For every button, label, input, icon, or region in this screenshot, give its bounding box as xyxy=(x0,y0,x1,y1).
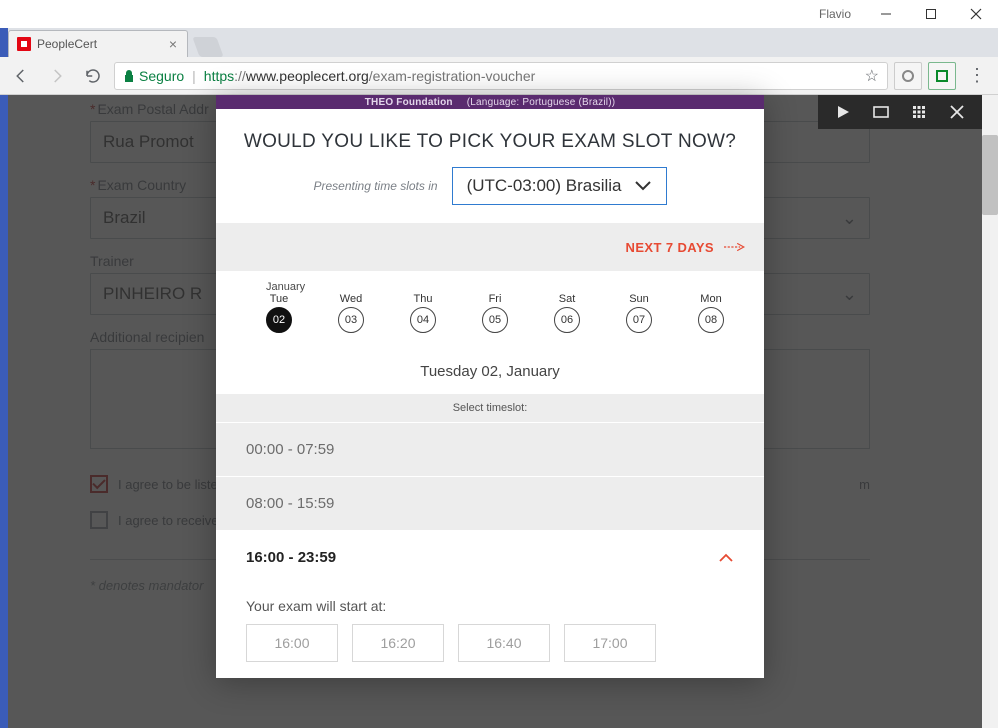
close-tab-icon[interactable]: × xyxy=(169,36,177,52)
day-08[interactable]: Mon08 xyxy=(698,293,724,333)
timezone-label: Presenting time slots in xyxy=(314,179,438,193)
slot-16-20[interactable]: 16:20 xyxy=(352,624,444,662)
left-edge xyxy=(0,95,8,728)
bookmark-star-icon[interactable]: ☆ xyxy=(865,66,879,86)
selected-day-label: Tuesday 02, January xyxy=(216,345,764,394)
chevron-up-icon xyxy=(718,553,734,563)
exam-start-label: Your exam will start at: xyxy=(216,584,764,624)
new-tab-button[interactable] xyxy=(192,37,223,57)
chevron-down-icon xyxy=(634,180,652,192)
tab-strip: PeopleCert × xyxy=(0,28,998,57)
select-timeslot-prompt: Select timeslot: xyxy=(216,394,764,422)
day-03[interactable]: Wed03 xyxy=(338,293,364,333)
close-overlay-button[interactable] xyxy=(938,95,976,129)
extension-button-2[interactable] xyxy=(928,62,956,90)
media-toolbar xyxy=(818,95,982,129)
next-7-days-button[interactable]: NEXT 7 DAYS xyxy=(216,223,764,271)
day-04[interactable]: Thu04 xyxy=(410,293,436,333)
toolbar: Seguro | https://www.peoplecert.org/exam… xyxy=(0,57,998,95)
minimize-button[interactable] xyxy=(863,0,908,28)
scrollbar-thumb[interactable] xyxy=(982,135,998,215)
browser-menu-button[interactable]: ⋮ xyxy=(962,61,992,91)
lock-icon xyxy=(123,69,135,83)
window-titlebar: Flavio xyxy=(0,0,998,28)
reload-button[interactable] xyxy=(78,61,108,91)
scrollbar-track[interactable] xyxy=(982,95,998,728)
day-07[interactable]: Sun07 xyxy=(626,293,652,333)
url: https://www.peoplecert.org/exam-registra… xyxy=(204,68,536,84)
timezone-select[interactable]: (UTC-03:00) Brasilia xyxy=(452,167,667,205)
day-02[interactable]: Tue02 xyxy=(266,293,292,333)
left-accent-strip xyxy=(0,28,8,57)
slot-16-00[interactable]: 16:00 xyxy=(246,624,338,662)
play-button[interactable] xyxy=(824,95,862,129)
slot-17-00[interactable]: 17:00 xyxy=(564,624,656,662)
slot-16-40[interactable]: 16:40 xyxy=(458,624,550,662)
month-label: January xyxy=(266,281,748,293)
extension-button-1[interactable] xyxy=(894,62,922,90)
maximize-button[interactable] xyxy=(908,0,953,28)
grid-button[interactable] xyxy=(900,95,938,129)
timeslot-range-early[interactable]: 00:00 - 07:59 xyxy=(216,422,764,476)
modal-header-bar: THEO Foundation (Language: Portuguese (B… xyxy=(216,95,764,109)
exam-slot-modal: THEO Foundation (Language: Portuguese (B… xyxy=(216,95,764,678)
day-picker: January Tue02 Wed03 Thu04 Fri05 Sat06 Sun07 Mo… xyxy=(216,271,764,345)
separator: | xyxy=(192,68,196,84)
browser-tab[interactable]: PeopleCert × xyxy=(8,30,188,57)
page-content: *Exam Postal Addr Rua Promot *Exam Count… xyxy=(0,95,998,728)
favicon xyxy=(17,37,31,51)
modal-question: WOULD YOU LIKE TO PICK YOUR EXAM SLOT NO… xyxy=(226,131,754,153)
secure-indicator: Seguro xyxy=(123,68,184,84)
profile-name[interactable]: Flavio xyxy=(815,7,855,21)
day-06[interactable]: Sat06 xyxy=(554,293,580,333)
timeslot-range-late[interactable]: 16:00 - 23:59 xyxy=(216,530,764,584)
address-bar[interactable]: Seguro | https://www.peoplecert.org/exam… xyxy=(114,62,888,90)
back-button[interactable] xyxy=(6,61,36,91)
tab-title: PeopleCert xyxy=(37,37,97,51)
close-window-button[interactable] xyxy=(953,0,998,28)
view-button[interactable] xyxy=(862,95,900,129)
day-05[interactable]: Fri05 xyxy=(482,293,508,333)
arrow-right-icon xyxy=(724,241,746,253)
timeslot-range-mid[interactable]: 08:00 - 15:59 xyxy=(216,476,764,530)
forward-button[interactable] xyxy=(42,61,72,91)
